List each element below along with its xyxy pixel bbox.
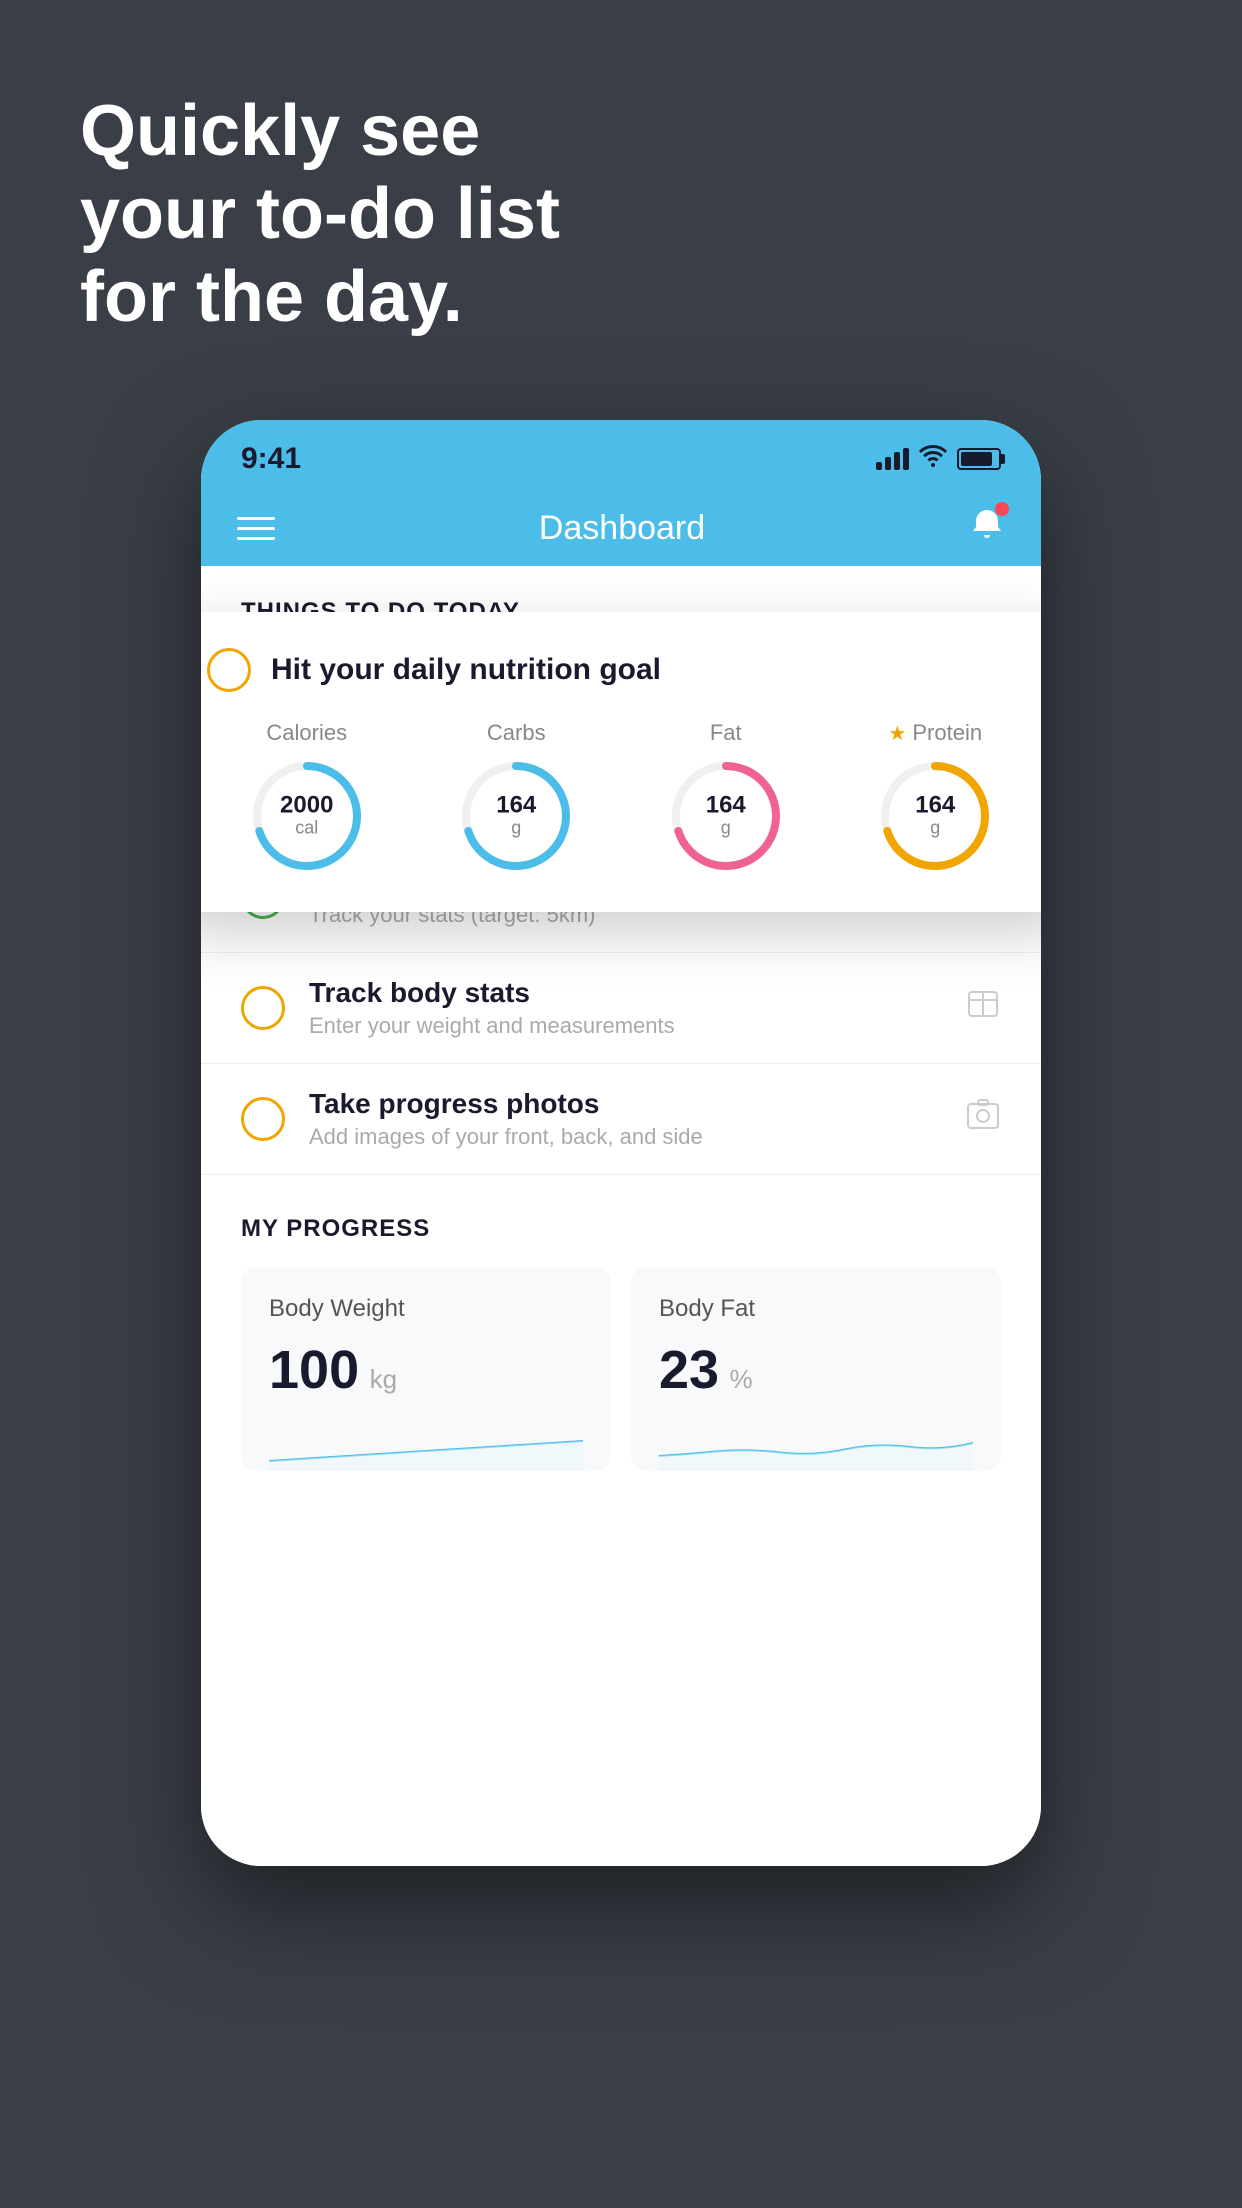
menu-button[interactable] [237, 517, 275, 540]
carbs-value: 164 g [496, 794, 536, 839]
carbs-item: Carbs 164 g [456, 720, 576, 876]
carbs-label: Carbs [487, 720, 546, 746]
body-fat-number: 23 [659, 1340, 719, 1400]
protein-value: 164 g [915, 794, 955, 839]
calories-value: 2000 cal [280, 794, 333, 839]
carbs-ring: 164 g [456, 756, 576, 876]
phone: 9:41 Dashboard [201, 420, 1041, 1866]
body-weight-number: 100 [269, 1340, 359, 1400]
progress-cards: Body Weight 100 kg Bo [241, 1267, 1001, 1471]
body-stats-title: Track body stats [309, 977, 941, 1009]
nutrition-grid: Calories 2000 cal [207, 720, 1035, 876]
nav-title: Dashboard [539, 509, 705, 548]
hero-line2: your to-do list [80, 173, 560, 256]
fat-number: 164 [706, 794, 746, 818]
body-weight-card: Body Weight 100 kg [241, 1267, 611, 1471]
signal-icon [876, 448, 909, 470]
fat-unit: g [706, 818, 746, 839]
body-fat-value: 23 % [659, 1339, 973, 1401]
protein-unit: g [915, 818, 955, 839]
wifi-icon [919, 445, 947, 473]
body-fat-card: Body Fat 23 % [631, 1267, 1001, 1471]
carbs-unit: g [496, 818, 536, 839]
card-header: Hit your daily nutrition goal [207, 648, 1035, 692]
photos-subtitle: Add images of your front, back, and side [309, 1124, 941, 1150]
fat-label: Fat [710, 720, 742, 746]
phone-wrapper: 9:41 Dashboard [201, 420, 1041, 1866]
status-icons [876, 445, 1001, 473]
calories-unit: cal [280, 818, 333, 839]
status-bar: 9:41 [201, 420, 1041, 490]
body-weight-value: 100 kg [269, 1339, 583, 1401]
protein-number: 164 [915, 794, 955, 818]
body-stats-subtitle: Enter your weight and measurements [309, 1013, 941, 1039]
notification-bell-button[interactable] [969, 506, 1005, 551]
calories-number: 2000 [280, 794, 333, 818]
photos-title: Take progress photos [309, 1088, 941, 1120]
fat-item: Fat 164 g [666, 720, 786, 876]
progress-header: MY PROGRESS [241, 1215, 1001, 1243]
nutrition-check-circle[interactable] [207, 648, 251, 692]
hero-text: Quickly see your to-do list for the day. [80, 90, 560, 338]
calories-ring: 2000 cal [247, 756, 367, 876]
body-weight-title: Body Weight [269, 1295, 583, 1323]
calories-label: Calories [266, 720, 347, 746]
body-fat-chart [659, 1421, 973, 1471]
body-weight-unit: kg [370, 1364, 397, 1394]
phone-content: THINGS TO DO TODAY Hit your daily nutrit… [201, 566, 1041, 1866]
status-time: 9:41 [241, 442, 301, 476]
photos-check-circle[interactable] [241, 1097, 285, 1141]
todo-item-photos[interactable]: Take progress photos Add images of your … [201, 1064, 1041, 1175]
notification-dot [995, 502, 1009, 516]
protein-item: ★ Protein 164 g [875, 720, 995, 876]
body-weight-chart [269, 1421, 583, 1471]
fat-ring: 164 g [666, 756, 786, 876]
battery-icon [957, 448, 1001, 470]
carbs-number: 164 [496, 794, 536, 818]
protein-ring: 164 g [875, 756, 995, 876]
body-stats-info: Track body stats Enter your weight and m… [309, 977, 941, 1039]
todo-item-body-stats[interactable]: Track body stats Enter your weight and m… [201, 953, 1041, 1064]
hero-line1: Quickly see [80, 90, 560, 173]
body-fat-title: Body Fat [659, 1295, 973, 1323]
photo-icon [965, 1097, 1001, 1141]
nutrition-card: Hit your daily nutrition goal Calories [201, 612, 1041, 912]
protein-star-icon: ★ [888, 721, 906, 746]
fat-value: 164 g [706, 794, 746, 839]
protein-label: ★ Protein [888, 720, 982, 746]
hero-line3: for the day. [80, 256, 560, 339]
body-stats-check-circle[interactable] [241, 986, 285, 1030]
body-fat-unit: % [730, 1364, 753, 1394]
progress-section: MY PROGRESS Body Weight 100 kg [201, 1175, 1041, 1471]
scale-icon [965, 986, 1001, 1030]
calories-item: Calories 2000 cal [247, 720, 367, 876]
nutrition-card-title: Hit your daily nutrition goal [271, 653, 661, 687]
nav-bar: Dashboard [201, 490, 1041, 566]
photos-info: Take progress photos Add images of your … [309, 1088, 941, 1150]
